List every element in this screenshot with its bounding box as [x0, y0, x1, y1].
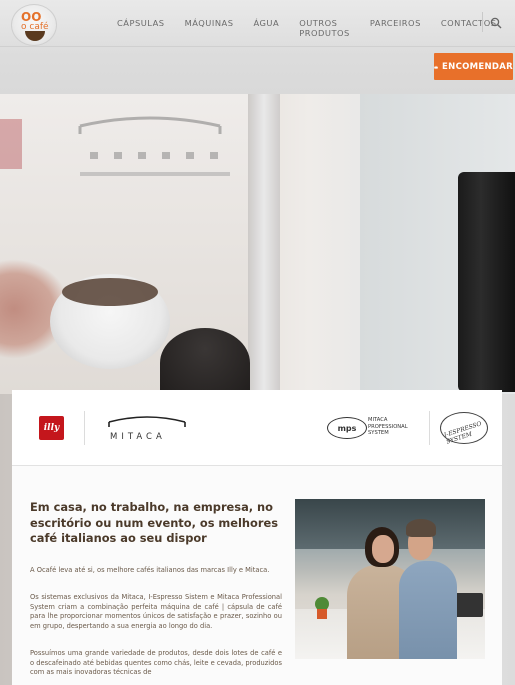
photo-woman-face: [372, 535, 394, 563]
mps-logo-text: mps: [337, 423, 357, 433]
nav-item-contactos[interactable]: CONTACTOS: [441, 18, 497, 38]
nav-item-outros-produtos[interactable]: OUTROS PRODUTOS: [299, 18, 350, 38]
couple-coffee-photo: [295, 499, 485, 659]
photo-machine: [455, 593, 483, 617]
products-paragraph: Possuímos uma grande variedade de produt…: [30, 649, 282, 677]
photo-pot: [317, 609, 327, 619]
main-nav: CÁPSULAS MÁQUINAS ÁGUA OUTROS PRODUTOS P…: [117, 18, 515, 38]
hero-coffee-machine: [458, 172, 515, 392]
header-divider: [0, 46, 515, 47]
mps-logo[interactable]: mps: [327, 417, 367, 439]
page-headline: Em casa, no trabalho, na empresa, no esc…: [30, 500, 278, 545]
hero-person-head: [160, 328, 250, 398]
intro-paragraph: A Ocafé leva até si, os melhore cafés it…: [30, 566, 270, 574]
mitaca-logo-text: MITACA: [110, 432, 166, 442]
systems-paragraph: Os sistemas exclusivos da Mitaca, I-Espr…: [30, 593, 282, 630]
illy-logo[interactable]: illy: [39, 416, 64, 440]
crown-icon: [434, 65, 439, 69]
order-button-label: ENCOMENDAR: [442, 61, 513, 72]
brand-divider: [429, 411, 430, 445]
hero-post: [248, 94, 280, 394]
nav-item-parceiros[interactable]: PARCEIROS: [370, 18, 421, 38]
hero-mitaca-sign: [78, 116, 230, 176]
illy-logo-text: illy: [43, 423, 60, 433]
hero-illy-sign: [0, 119, 22, 169]
order-button[interactable]: ENCOMENDAR: [434, 53, 513, 80]
nav-divider: [482, 12, 483, 32]
nav-item-capsulas[interactable]: CÁPSULAS: [117, 18, 165, 38]
ocafe-logo[interactable]: OO o café: [11, 4, 57, 46]
mps-wordmark: MITACA PROFESSIONAL SYSTEM: [368, 417, 408, 437]
photo-man-hair: [406, 519, 436, 537]
photo-man: [399, 561, 457, 659]
brand-divider: [84, 411, 85, 445]
hero-cup-coffee: [62, 278, 158, 306]
coffee-cup-icon: [25, 31, 45, 41]
nav-item-maquinas[interactable]: MÁQUINAS: [185, 18, 234, 38]
site-header: OO o café CÁPSULAS MÁQUINAS ÁGUA OUTROS …: [0, 0, 515, 94]
brand-strip: illy MITACA mps MITACA PROFESSIONAL SYST…: [12, 390, 502, 466]
search-icon[interactable]: [490, 17, 502, 29]
nav-item-agua[interactable]: ÁGUA: [253, 18, 279, 38]
content-card: illy MITACA mps MITACA PROFESSIONAL SYST…: [12, 390, 502, 685]
mps-wordmark-line: SYSTEM: [368, 430, 389, 436]
